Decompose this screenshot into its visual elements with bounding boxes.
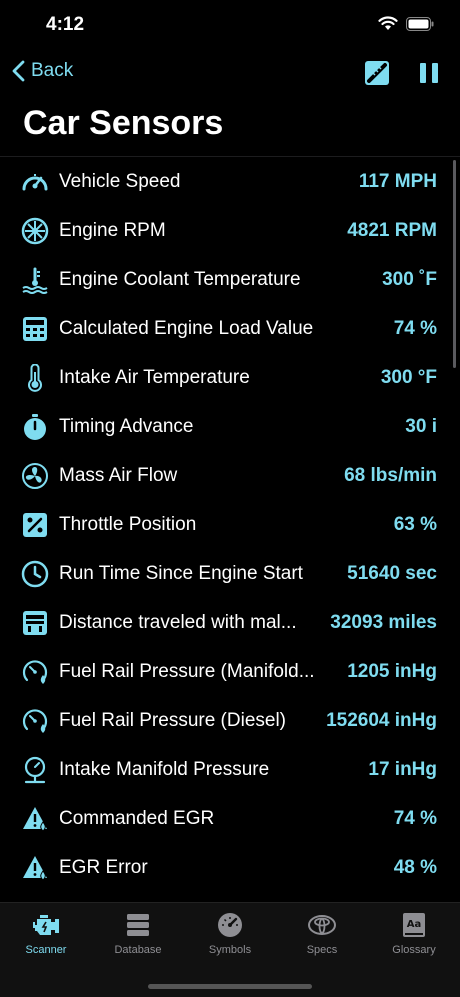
sensor-value: 32093 miles bbox=[330, 611, 437, 633]
sensor-row-timing-advance[interactable]: Timing Advance 30 i bbox=[0, 402, 460, 451]
sensor-label: Engine RPM bbox=[59, 219, 166, 241]
percent-icon bbox=[21, 511, 49, 539]
sensor-label: Vehicle Speed bbox=[59, 170, 181, 192]
coolant-temp-icon bbox=[21, 266, 49, 294]
status-time: 4:12 bbox=[46, 14, 85, 35]
sensor-value: 74 % bbox=[393, 807, 437, 829]
toyota-logo-icon bbox=[308, 915, 336, 935]
tab-database[interactable]: Database bbox=[92, 911, 184, 956]
sensor-value: 74 % bbox=[393, 317, 437, 339]
sensor-row-engine-load[interactable]: Calculated Engine Load Value 74 % bbox=[0, 304, 460, 353]
svg-text:Aa: Aa bbox=[407, 919, 422, 930]
sensor-value: 17 inHg bbox=[368, 758, 437, 780]
tab-specs[interactable]: Specs bbox=[276, 911, 368, 956]
sensor-row-vehicle-speed[interactable]: Vehicle Speed 117 MPH bbox=[0, 157, 460, 206]
nav-bar: Back bbox=[0, 52, 460, 96]
dictionary-icon: Aa bbox=[403, 913, 425, 937]
pressure-gauge-icon bbox=[21, 756, 49, 784]
sensor-row-fuel-rail-pressure-manifold[interactable]: Fuel Rail Pressure (Manifold... 1205 inH… bbox=[0, 647, 460, 696]
engine-icon bbox=[33, 915, 59, 935]
sensor-value: 1205 inHg bbox=[347, 660, 437, 682]
scroll-indicator[interactable] bbox=[453, 160, 456, 368]
sensor-list[interactable]: Vehicle Speed 117 MPH Engine RPM 4821 RP… bbox=[0, 156, 460, 903]
tab-label: Symbols bbox=[208, 944, 252, 956]
status-icons bbox=[378, 16, 434, 31]
sensor-value: 30 i bbox=[405, 415, 437, 437]
sensor-label: Fuel Rail Pressure (Manifold... bbox=[59, 660, 315, 682]
sensor-row-commanded-egr[interactable]: Commanded EGR 74 % bbox=[0, 794, 460, 843]
sensor-value: 51640 sec bbox=[347, 562, 437, 584]
sensor-value: 300 °F bbox=[380, 366, 437, 388]
sensor-row-intake-manifold-pressure[interactable]: Intake Manifold Pressure 17 inHg bbox=[0, 745, 460, 794]
clock-icon bbox=[21, 560, 49, 588]
battery-icon bbox=[406, 16, 434, 31]
sensor-row-run-time[interactable]: Run Time Since Engine Start 51640 sec bbox=[0, 549, 460, 598]
sensor-value: 152604 inHg bbox=[326, 709, 437, 731]
sensor-label: Calculated Engine Load Value bbox=[59, 317, 314, 339]
sensor-row-distance-with-mil[interactable]: Distance traveled with mal... 32093 mile… bbox=[0, 598, 460, 647]
sensor-row-egr-error[interactable]: EGR Error 48 % bbox=[0, 843, 460, 892]
tab-label: Scanner bbox=[25, 944, 67, 956]
sensor-row-mass-air-flow[interactable]: Mass Air Flow 68 lbs/min bbox=[0, 451, 460, 500]
status-bar: 4:12 bbox=[0, 0, 460, 50]
sensor-row-fuel-rail-pressure-diesel[interactable]: Fuel Rail Pressure (Diesel) 152604 inHg bbox=[0, 696, 460, 745]
wifi-icon bbox=[378, 16, 398, 30]
tab-bar: Scanner Database Symbols Specs Aa Glossa… bbox=[0, 902, 460, 997]
pause-icon[interactable] bbox=[418, 61, 440, 85]
sensor-value: 68 lbs/min bbox=[344, 464, 437, 486]
thermometer-icon bbox=[21, 363, 49, 392]
sensor-row-engine-rpm[interactable]: Engine RPM 4821 RPM bbox=[0, 206, 460, 255]
stopwatch-icon bbox=[21, 413, 49, 441]
sensor-row-intake-air-temperature[interactable]: Intake Air Temperature 300 °F bbox=[0, 353, 460, 402]
fuel-gauge-icon bbox=[21, 707, 49, 735]
tab-label: Glossary bbox=[392, 944, 436, 956]
gauge-icon bbox=[218, 913, 242, 937]
sensor-label: Commanded EGR bbox=[59, 807, 215, 829]
tab-label: Database bbox=[114, 944, 162, 956]
calculator-icon bbox=[21, 315, 49, 343]
tab-glossary[interactable]: Aa Glossary bbox=[368, 911, 460, 956]
tab-label: Specs bbox=[306, 944, 338, 956]
dashboard-icon bbox=[21, 609, 49, 637]
nav-actions bbox=[364, 60, 440, 86]
sensor-value: 63 % bbox=[393, 513, 437, 535]
home-indicator bbox=[148, 984, 312, 989]
sensor-row-coolant-temperature[interactable]: Engine Coolant Temperature 300 ˚F bbox=[0, 255, 460, 304]
speedometer-icon bbox=[21, 168, 49, 196]
page-title: Car Sensors bbox=[23, 104, 224, 142]
sensor-label: Engine Coolant Temperature bbox=[59, 268, 301, 290]
warning-gauge-icon bbox=[21, 805, 49, 833]
sensor-label: Throttle Position bbox=[59, 513, 197, 535]
sensor-value: 48 % bbox=[393, 856, 437, 878]
sensor-label: Fuel Rail Pressure (Diesel) bbox=[59, 709, 287, 731]
tab-symbols[interactable]: Symbols bbox=[184, 911, 276, 956]
sensor-row-throttle-position[interactable]: Throttle Position 63 % bbox=[0, 500, 460, 549]
sensor-label: Distance traveled with mal... bbox=[59, 611, 297, 633]
chevron-left-icon bbox=[12, 60, 25, 82]
tab-scanner[interactable]: Scanner bbox=[0, 911, 92, 956]
fan-icon bbox=[21, 462, 49, 490]
sensor-label: Intake Air Temperature bbox=[59, 366, 250, 388]
back-button[interactable]: Back bbox=[12, 60, 73, 82]
sensor-value: 117 MPH bbox=[358, 170, 437, 192]
sensor-label: Timing Advance bbox=[59, 415, 194, 437]
database-icon bbox=[127, 914, 149, 936]
back-label: Back bbox=[31, 60, 74, 81]
sensor-label: Mass Air Flow bbox=[59, 464, 178, 486]
sensor-label: EGR Error bbox=[59, 856, 148, 878]
sensor-value: 300 ˚F bbox=[382, 268, 437, 290]
warning-gauge-icon bbox=[21, 854, 49, 882]
sensor-label: Run Time Since Engine Start bbox=[59, 562, 303, 584]
sensor-label: Intake Manifold Pressure bbox=[59, 758, 270, 780]
ruler-icon[interactable] bbox=[364, 60, 390, 86]
fuel-gauge-icon bbox=[21, 658, 49, 686]
turbine-icon bbox=[21, 217, 49, 245]
sensor-value: 4821 RPM bbox=[347, 219, 437, 241]
